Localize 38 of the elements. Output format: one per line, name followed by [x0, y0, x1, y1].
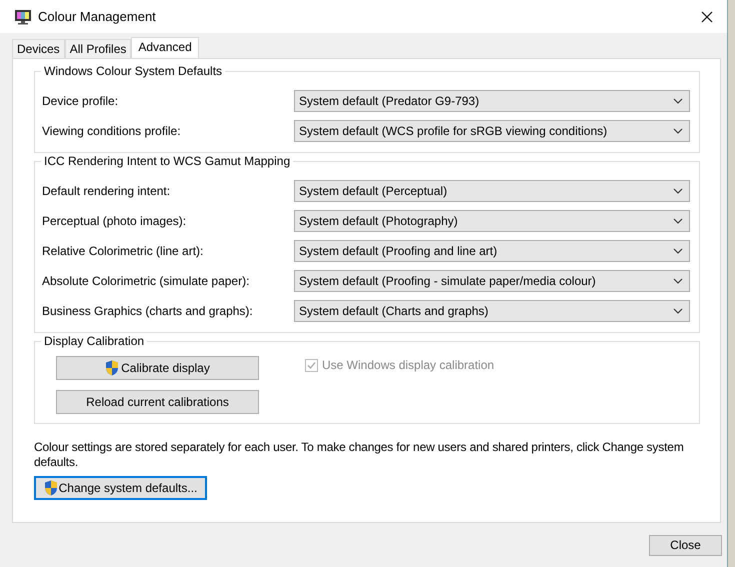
- window-title: Colour Management: [38, 9, 157, 24]
- field-label: Perceptual (photo images):: [42, 214, 186, 228]
- dropdown[interactable]: System default (Predator G9-793): [294, 90, 690, 112]
- shield-icon: [44, 480, 58, 496]
- field-label: Viewing conditions profile:: [42, 124, 181, 138]
- group-title: ICC Rendering Intent to WCS Gamut Mapping: [41, 154, 294, 168]
- dropdown[interactable]: System default (WCS profile for sRGB viewing conditions): [294, 120, 690, 142]
- monitor-icon: [14, 8, 32, 24]
- field-label: Absolute Colorimetric (simulate paper):: [42, 274, 250, 288]
- close-button[interactable]: Close: [649, 534, 722, 556]
- dropdown[interactable]: System default (Charts and graphs): [294, 300, 690, 322]
- close-icon[interactable]: [701, 10, 713, 22]
- field-label: Device profile:: [42, 94, 118, 108]
- dropdown[interactable]: System default (Photography): [294, 210, 690, 232]
- dropdown[interactable]: System default (Perceptual): [294, 180, 690, 202]
- tab[interactable]: Devices: [12, 39, 65, 58]
- checkbox-label: Use Windows display calibration: [322, 358, 494, 372]
- push-button[interactable]: Calibrate display: [56, 356, 259, 380]
- chevron-icon: [673, 308, 683, 314]
- info-text: Colour settings are stored separately for each user. To make changes for new users and shared printers, click Change system defaults.: [34, 440, 685, 470]
- chevron-icon: [673, 98, 683, 104]
- dropdown[interactable]: System default (Proofing and line art): [294, 240, 690, 262]
- tab[interactable]: All Profiles: [64, 39, 132, 58]
- push-button[interactable]: Reload current calibrations: [56, 390, 259, 414]
- chevron-icon: [673, 278, 683, 284]
- field-label: Business Graphics (charts and graphs):: [42, 304, 253, 318]
- dropdown[interactable]: System default (Proofing - simulate paper/media colour): [294, 270, 690, 292]
- chevron-icon: [673, 218, 683, 224]
- group-title: Display Calibration: [41, 334, 148, 348]
- field-label: Default rendering intent:: [42, 184, 170, 198]
- field-label: Relative Colorimetric (line art):: [42, 244, 204, 258]
- chevron-icon: [673, 188, 683, 194]
- chevron-icon: [673, 128, 683, 134]
- tab[interactable]: Advanced: [131, 37, 199, 58]
- group-title: Windows Colour System Defaults: [41, 64, 226, 78]
- chevron-icon: [673, 248, 683, 254]
- change-defaults-button[interactable]: Change system defaults...: [34, 476, 207, 500]
- shield-icon: [105, 360, 120, 376]
